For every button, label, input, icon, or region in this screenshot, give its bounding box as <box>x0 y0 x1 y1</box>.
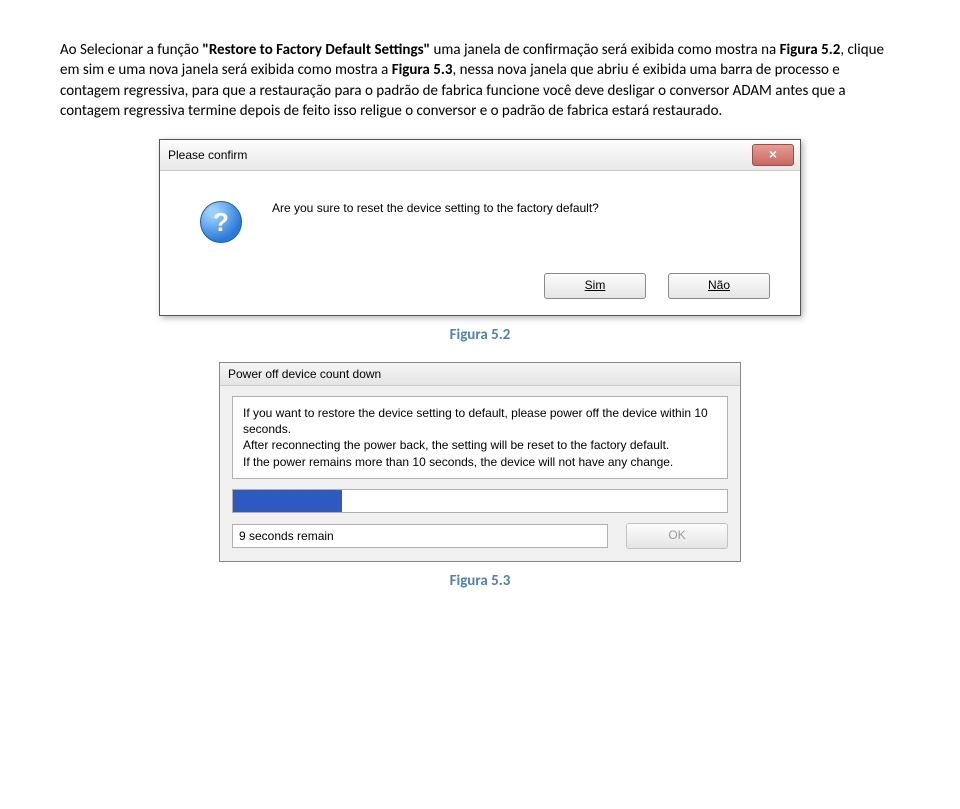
countdown-msg-line: If you want to restore the device settin… <box>243 405 717 437</box>
confirm-dialog-message: Are you sure to reset the device setting… <box>272 201 599 215</box>
countdown-message-box: If you want to restore the device settin… <box>232 396 728 479</box>
ok-button[interactable]: OK <box>626 523 728 549</box>
close-icon[interactable]: × <box>752 144 794 166</box>
p-figref-1: Figura 5.2 <box>780 41 841 59</box>
countdown-msg-line: After reconnecting the power back, the s… <box>243 437 717 453</box>
p-figref-2: Figura 5.3 <box>392 61 453 79</box>
no-button[interactable]: Não <box>668 273 770 299</box>
progress-fill <box>233 490 342 512</box>
confirm-dialog-buttons: Sim Não <box>160 273 800 315</box>
confirm-dialog-body: ? Are you sure to reset the device setti… <box>160 171 800 273</box>
yes-button[interactable]: Sim <box>544 273 646 299</box>
yes-button-label: Sim <box>585 278 606 292</box>
p-text: Ao Selecionar a função <box>60 41 202 59</box>
figure-caption-1: Figura 5.2 <box>60 326 900 344</box>
no-button-label: Não <box>708 278 730 292</box>
countdown-dialog-title: Power off device count down <box>220 363 740 386</box>
confirm-dialog-title: Please confirm <box>166 148 247 162</box>
progress-bar <box>232 489 728 513</box>
remaining-time-field: 9 seconds remain <box>232 524 608 548</box>
question-icon: ? <box>200 201 242 243</box>
p-quoted: "Restore to Factory Default Settings" <box>202 41 430 59</box>
intro-paragraph: Ao Selecionar a função "Restore to Facto… <box>60 40 900 121</box>
countdown-msg-line: If the power remains more than 10 second… <box>243 454 717 470</box>
p-text: uma janela de confirmação será exibida c… <box>430 41 779 59</box>
countdown-dialog: Power off device count down If you want … <box>219 362 741 562</box>
countdown-bottom-row: 9 seconds remain OK <box>232 523 728 549</box>
confirm-dialog: Please confirm × ? Are you sure to reset… <box>159 139 801 316</box>
countdown-dialog-inner: If you want to restore the device settin… <box>220 386 740 561</box>
figure-caption-2: Figura 5.3 <box>60 572 900 590</box>
confirm-dialog-titlebar: Please confirm × <box>160 140 800 171</box>
